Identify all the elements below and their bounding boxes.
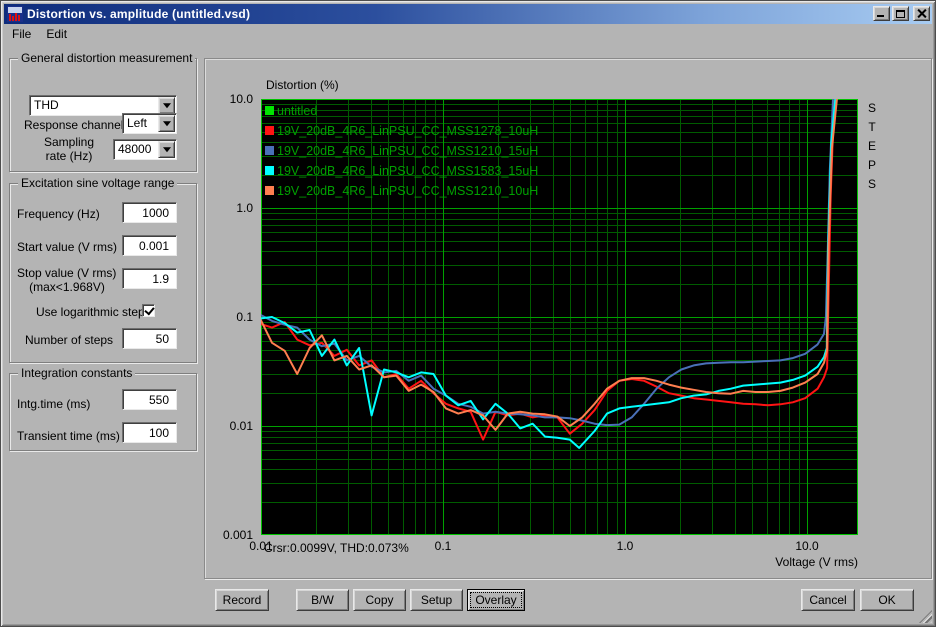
group-title: General distortion measurement: [18, 51, 196, 65]
bw-button[interactable]: B/W: [296, 589, 349, 611]
response-channel-select[interactable]: Left: [122, 113, 177, 134]
response-channel-value: Left: [127, 116, 148, 130]
start-value-input[interactable]: [122, 235, 177, 256]
frequency-input[interactable]: [122, 202, 177, 223]
legend-label: 19V_20dB_4R6_LinPSU_CC_MSS1278_10uH: [277, 124, 538, 138]
transient-time-label: Transient time (ms): [17, 429, 120, 443]
x-tick-label: 1.0: [616, 539, 634, 553]
chart-plot[interactable]: untitled 19V_20dB_4R6_LinPSU_CC_MSS1278_1…: [261, 99, 858, 535]
x-tick-label: 10.0: [795, 539, 819, 553]
legend-label: 19V_20dB_4R6_LinPSU_CC_MSS1210_10uH: [277, 184, 538, 198]
menu-item-file[interactable]: File: [5, 25, 38, 43]
legend-swatch: [265, 166, 274, 175]
y-tick-label: 0.01: [229, 419, 253, 433]
stop-value-label: Stop value (V rms): [17, 266, 117, 280]
chevron-down-icon[interactable]: [158, 97, 175, 114]
menu-bar: File Edit: [4, 24, 932, 44]
group-title: Integration constants: [18, 366, 136, 380]
title-bar[interactable]: Distortion vs. amplitude (untitled.vsd): [4, 4, 932, 24]
number-of-steps-input[interactable]: [122, 328, 177, 349]
group-title: Excitation sine voltage range: [18, 176, 178, 190]
stop-value-input[interactable]: [122, 268, 177, 289]
intg-time-input[interactable]: [122, 389, 177, 410]
y-tick-label: 1.0: [236, 201, 253, 215]
resize-grip[interactable]: [919, 610, 932, 623]
legend-swatch: [265, 106, 274, 115]
app-icon: [7, 6, 23, 22]
dialog-window: Distortion vs. amplitude (untitled.vsd) …: [0, 0, 936, 627]
x-tick-label: 0.1: [434, 539, 452, 553]
frequency-label: Frequency (Hz): [17, 207, 100, 221]
log-steps-label: Use logarithmic steps: [36, 305, 151, 319]
distortion-chart[interactable]: untitled 19V_20dB_4R6_LinPSU_CC_MSS1278_1…: [261, 99, 858, 535]
ok-button[interactable]: OK: [860, 589, 914, 611]
y-tick-label: 10.0: [229, 92, 253, 106]
setup-button[interactable]: Setup: [410, 589, 463, 611]
steps-side-label: STEPS: [865, 101, 879, 196]
close-button[interactable]: [913, 6, 930, 21]
sampling-rate-label-2: rate (Hz): [45, 149, 93, 163]
legend-label: 19V_20dB_4R6_LinPSU_CC_MSS1210_15uH: [277, 144, 538, 158]
minimize-icon: [877, 15, 884, 17]
cancel-button[interactable]: Cancel: [801, 589, 855, 611]
stop-value-max-label: (max<1.968V): [29, 280, 105, 294]
x-axis-title: Voltage (V rms): [775, 555, 858, 569]
sampling-rate-value: 48000: [118, 142, 152, 156]
menu-item-edit[interactable]: Edit: [39, 25, 74, 43]
chevron-down-icon[interactable]: [158, 115, 175, 132]
sampling-rate-label-1: Sampling: [43, 135, 95, 149]
window-title: Distortion vs. amplitude (untitled.vsd): [27, 7, 251, 21]
legend-label: untitled: [277, 104, 317, 118]
start-value-label: Start value (V rms): [17, 240, 118, 254]
close-icon: [917, 9, 926, 18]
chart-title: Distortion (%): [266, 78, 339, 92]
record-button[interactable]: Record: [215, 589, 269, 611]
transient-time-input[interactable]: [122, 422, 177, 443]
overlay-button[interactable]: Overlay: [467, 589, 525, 611]
maximize-icon: [896, 10, 905, 18]
x-tick-label: 0.01: [249, 539, 273, 553]
chevron-down-icon[interactable]: [158, 141, 175, 158]
intg-time-label: Intg.time (ms): [17, 397, 91, 411]
legend-swatch: [265, 186, 274, 195]
number-of-steps-label: Number of steps: [25, 333, 114, 347]
legend-swatch: [265, 126, 274, 135]
log-steps-checkbox[interactable]: [142, 304, 155, 317]
sampling-rate-select[interactable]: 48000: [113, 139, 177, 160]
legend-swatch: [265, 146, 274, 155]
minimize-button[interactable]: [873, 6, 890, 21]
y-tick-label: 0.1: [236, 310, 253, 324]
legend-label: 19V_20dB_4R6_LinPSU_CC_MSS1583_15uH: [277, 164, 538, 178]
chart-panel: Distortion (%) untitled 19V_20dB_4R6_LinP…: [204, 58, 932, 579]
maximize-button[interactable]: [892, 6, 909, 21]
response-channel-label: Response channel: [24, 118, 124, 132]
copy-button[interactable]: Copy: [353, 589, 406, 611]
